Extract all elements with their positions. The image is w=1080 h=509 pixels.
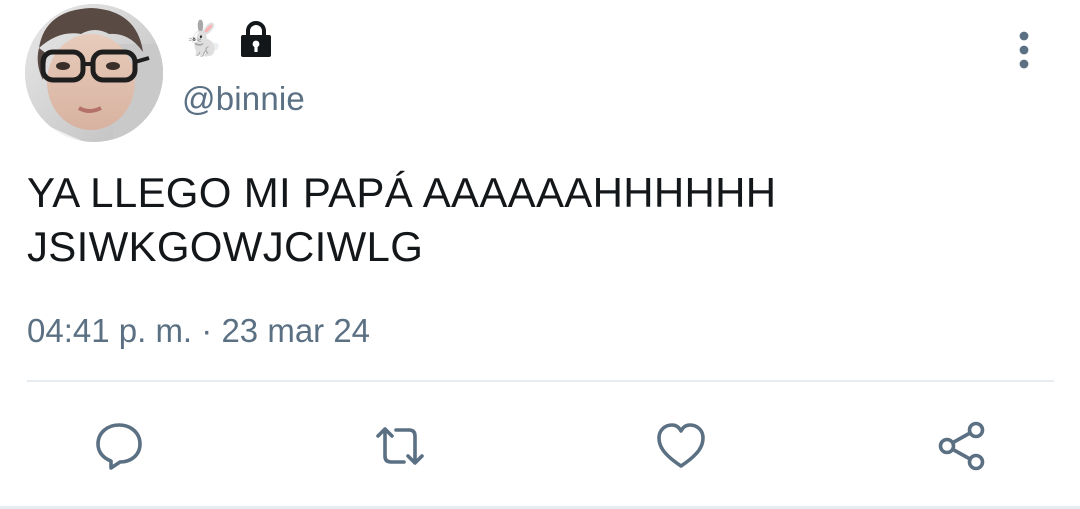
display-name[interactable]: 🐇: [182, 18, 274, 60]
reply-icon: [96, 423, 142, 470]
avatar-photo: [25, 4, 163, 142]
retweet-icon: [376, 427, 424, 465]
like-button[interactable]: [653, 418, 709, 474]
tweet-time: 04:41 p. m.: [27, 312, 193, 349]
tweet-date: 23 mar 24: [221, 312, 371, 349]
tweet-text: YA LLEGO MI PAPÁ AAAAAAHHHHHH JSIWKGOWJC…: [27, 166, 1047, 274]
divider: [27, 380, 1054, 382]
share-button[interactable]: [934, 418, 990, 474]
tweet-text-line: JSIWKGOWJCIWLG: [27, 223, 424, 270]
lock-icon: [241, 21, 272, 57]
retweet-button[interactable]: [372, 418, 428, 474]
tweet-detail: 🐇 @binnie YA LLEGO MI PAPÁ AAAAAAHHHHHH …: [0, 0, 1080, 509]
reply-button[interactable]: [91, 418, 147, 474]
tweet-timestamp[interactable]: 04:41 p. m. · 23 mar 24: [27, 312, 370, 350]
user-handle[interactable]: @binnie: [182, 80, 305, 118]
like-icon: [657, 423, 705, 468]
share-icon: [938, 421, 985, 471]
more-vertical-icon: [1019, 31, 1029, 69]
meta-separator: ·: [201, 312, 213, 349]
more-options-button[interactable]: [1006, 28, 1042, 72]
rabbit-emoji: 🐇: [182, 19, 225, 59]
tweet-text-line: YA LLEGO MI PAPÁ AAAAAAHHHHHH: [27, 169, 777, 216]
avatar[interactable]: [25, 4, 163, 142]
